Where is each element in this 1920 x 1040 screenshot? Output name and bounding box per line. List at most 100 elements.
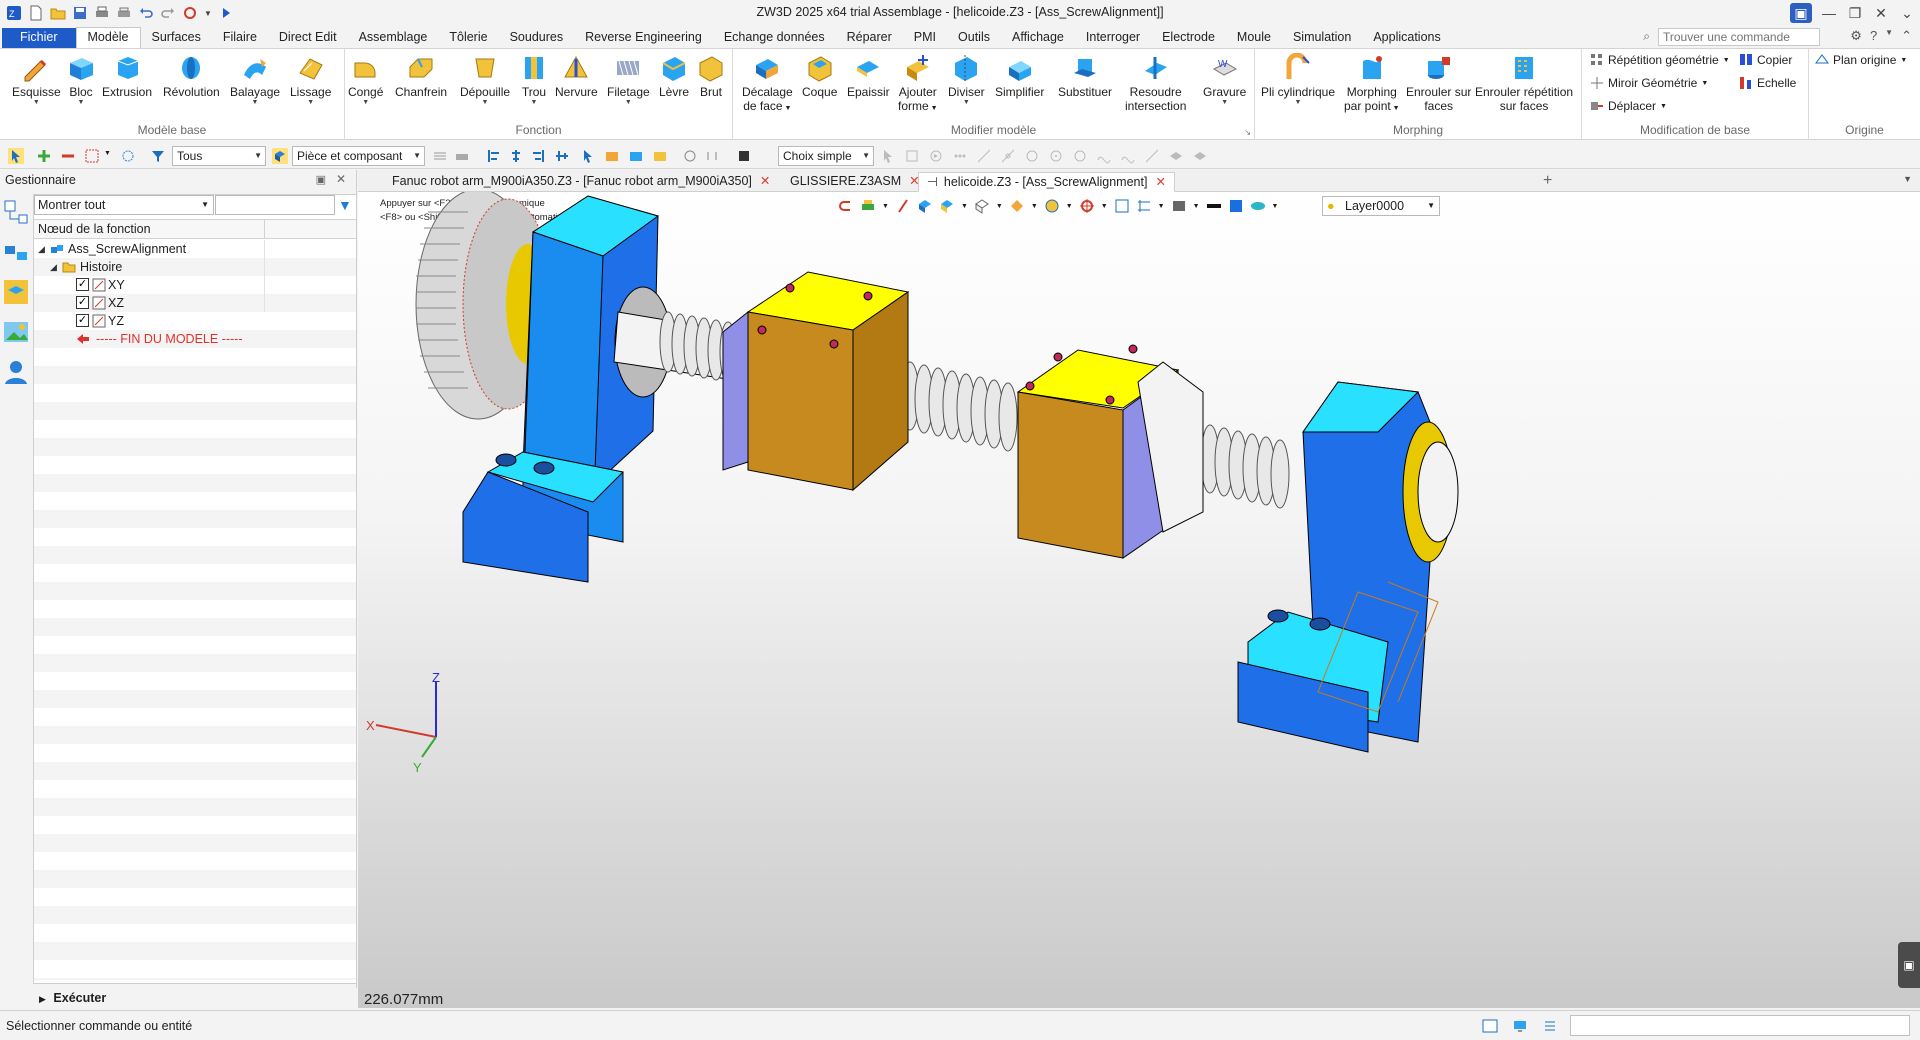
tab-tolerie[interactable]: Tôlerie — [438, 28, 498, 48]
snap-midpoint-icon[interactable] — [1072, 148, 1088, 164]
piece-composant-select[interactable]: Pièce et composant ▼ — [292, 146, 425, 166]
restore-button[interactable]: ❐ — [1842, 0, 1868, 26]
part-component-icon[interactable] — [272, 148, 288, 164]
snap-spline-icon[interactable] — [1120, 148, 1136, 164]
tree-filter-icon[interactable]: ▼ — [338, 197, 352, 213]
show-filter-select[interactable]: Montrer tout ▼ — [34, 195, 214, 215]
tab-interroger[interactable]: Interroger — [1075, 28, 1151, 48]
box-select-dropdown-icon[interactable]: ▼ — [104, 150, 111, 157]
tree-node-yz[interactable]: ✓ YZ — [34, 312, 356, 330]
snap-dots-icon[interactable] — [952, 148, 968, 164]
esquisse-button[interactable]: Esquisse ▼ — [12, 53, 61, 107]
tab-electrode[interactable]: Electrode — [1151, 28, 1226, 48]
levre-button[interactable]: Lèvre — [659, 53, 689, 99]
status-view-icon[interactable] — [1482, 1018, 1498, 1034]
end-marker-arrow-icon[interactable] — [76, 332, 90, 346]
snap-solid-icon[interactable] — [1168, 148, 1184, 164]
tab-surfaces[interactable]: Surfaces — [141, 28, 212, 48]
tab-reparer[interactable]: Réparer — [836, 28, 903, 48]
account-icon[interactable]: ▣ — [1790, 3, 1812, 23]
bloc-button[interactable]: Bloc ▼ — [66, 53, 96, 107]
align-center-icon[interactable] — [508, 148, 524, 164]
align-vertical-icon[interactable] — [554, 148, 570, 164]
yz-visibility-checkbox[interactable]: ✓ — [76, 314, 89, 327]
xz-visibility-checkbox[interactable]: ✓ — [76, 296, 89, 309]
snap-tangent-icon[interactable] — [1000, 148, 1016, 164]
tree-node-xy[interactable]: ✓ XY — [34, 276, 356, 294]
tree-node-end-of-model[interactable]: ----- FIN DU MODELE ----- — [34, 330, 356, 348]
tab-fichier[interactable]: Fichier — [2, 28, 76, 48]
chanfrein-button[interactable]: Chanfrein — [395, 53, 447, 99]
filter-icon[interactable] — [150, 148, 166, 164]
plan-origine-button[interactable]: Plan origine ▼ — [1815, 53, 1907, 67]
pick-face-icon[interactable] — [604, 148, 620, 164]
repetition-geometrie-button[interactable]: Répétition géométrie ▼ — [1590, 53, 1730, 67]
align-right-icon[interactable] — [530, 148, 546, 164]
balayage-button[interactable]: Balayage ▼ — [230, 53, 280, 107]
redo-icon[interactable] — [160, 5, 176, 21]
tab-soudures[interactable]: Soudures — [499, 28, 575, 48]
snap-component-icon[interactable] — [1192, 148, 1208, 164]
doc-tab-fanuc[interactable]: Fanuc robot arm_M900iA350.Z3 - [Fanuc ro… — [384, 172, 778, 192]
filetage-button[interactable]: Filetage ▼ — [607, 53, 650, 107]
lasso-icon[interactable] — [120, 148, 136, 164]
close-tab-icon[interactable]: ✕ — [760, 174, 770, 188]
miroir-geometrie-button[interactable]: Miroir Géométrie ▼ — [1590, 76, 1708, 90]
add-selection-icon[interactable] — [36, 148, 52, 164]
pli-cylindrique-button[interactable]: Pli cylindrique ▼ — [1261, 53, 1335, 107]
pick-link-icon[interactable] — [704, 148, 720, 164]
stop-icon[interactable] — [736, 148, 752, 164]
close-tab-icon[interactable]: ✕ — [1155, 175, 1165, 189]
tab-simulation[interactable]: Simulation — [1282, 28, 1362, 48]
doc-tab-glissiere[interactable]: GLISSIERE.Z3ASM ✕ — [782, 172, 928, 192]
execute-section[interactable]: ▶ Exécuter — [33, 988, 357, 1008]
right-bearing-block[interactable] — [1237, 381, 1459, 753]
tab-filaire[interactable]: Filaire — [212, 28, 268, 48]
3d-viewport[interactable]: Appuyer sur <F2> pour vue dynamique <F8>… — [358, 192, 1920, 1008]
play-icon[interactable] — [218, 5, 234, 21]
help-icon[interactable]: ? — [1870, 28, 1877, 44]
resoudre-intersection-button[interactable]: Resoudre intersection — [1125, 53, 1186, 113]
tree-node-root[interactable]: ◢ Ass_ScrewAlignment — [34, 240, 356, 258]
part-library-icon[interactable] — [2, 278, 30, 306]
xy-visibility-checkbox[interactable]: ✓ — [76, 278, 89, 291]
revolution-button[interactable]: Révolution — [163, 53, 220, 99]
simplifier-button[interactable]: Simplifier — [995, 53, 1044, 99]
history-tree-icon[interactable] — [2, 198, 30, 226]
filter-type-select[interactable]: Tous ▼ — [172, 146, 266, 166]
snap-circle-icon[interactable] — [1024, 148, 1040, 164]
tree-node-histoire[interactable]: ◢ Histoire — [34, 258, 356, 276]
close-button[interactable]: ✕ — [1868, 0, 1894, 26]
tab-pmi[interactable]: PMI — [903, 28, 947, 48]
tab-assemblage[interactable]: Assemblage — [348, 28, 439, 48]
print-icon[interactable] — [94, 5, 110, 21]
snap-grid-icon[interactable] — [904, 148, 920, 164]
new-tab-icon[interactable]: + — [1543, 172, 1552, 190]
tab-echange-donnees[interactable]: Echange données — [713, 28, 836, 48]
collapse-ribbon-icon[interactable]: ⌄ — [1894, 0, 1920, 26]
pin-icon[interactable]: ▣ — [316, 173, 326, 186]
side-panel-toggle-button[interactable]: ▣ — [1898, 942, 1920, 988]
print-filter-icon[interactable] — [454, 148, 470, 164]
ajouter-forme-button[interactable]: Ajouter forme ▼ — [898, 53, 938, 116]
tab-modele[interactable]: Modèle — [75, 27, 141, 48]
regen-icon[interactable] — [182, 5, 198, 21]
deplacer-button[interactable]: Déplacer ▼ — [1590, 99, 1667, 113]
tab-moule[interactable]: Moule — [1226, 28, 1282, 48]
doc-tab-helicoide[interactable]: ⊣ helicoide.Z3 - [Ass_ScrewAlignment] ✕ — [918, 172, 1175, 192]
coque-button[interactable]: Coque — [802, 53, 837, 99]
tree-filter-input[interactable] — [215, 195, 335, 215]
nervure-button[interactable]: Nervure — [555, 53, 598, 99]
pick-entity-icon[interactable] — [580, 148, 596, 164]
copier-button[interactable]: Copier — [1739, 53, 1792, 67]
snap-line-icon[interactable] — [976, 148, 992, 164]
extrusion-button[interactable]: Extrusion — [102, 53, 152, 99]
help-dropdown-icon[interactable]: ▼ — [1885, 28, 1893, 44]
diviser-button[interactable]: Diviser ▼ — [948, 53, 985, 107]
status-screen-icon[interactable] — [1512, 1018, 1528, 1034]
tab-reverse-engineering[interactable]: Reverse Engineering — [574, 28, 713, 48]
save-icon[interactable] — [72, 5, 88, 21]
select-pointer-icon[interactable] — [8, 148, 24, 164]
column-separator[interactable] — [264, 220, 265, 239]
morphing-point-button[interactable]: Morphing par point ▼ — [1344, 53, 1400, 116]
